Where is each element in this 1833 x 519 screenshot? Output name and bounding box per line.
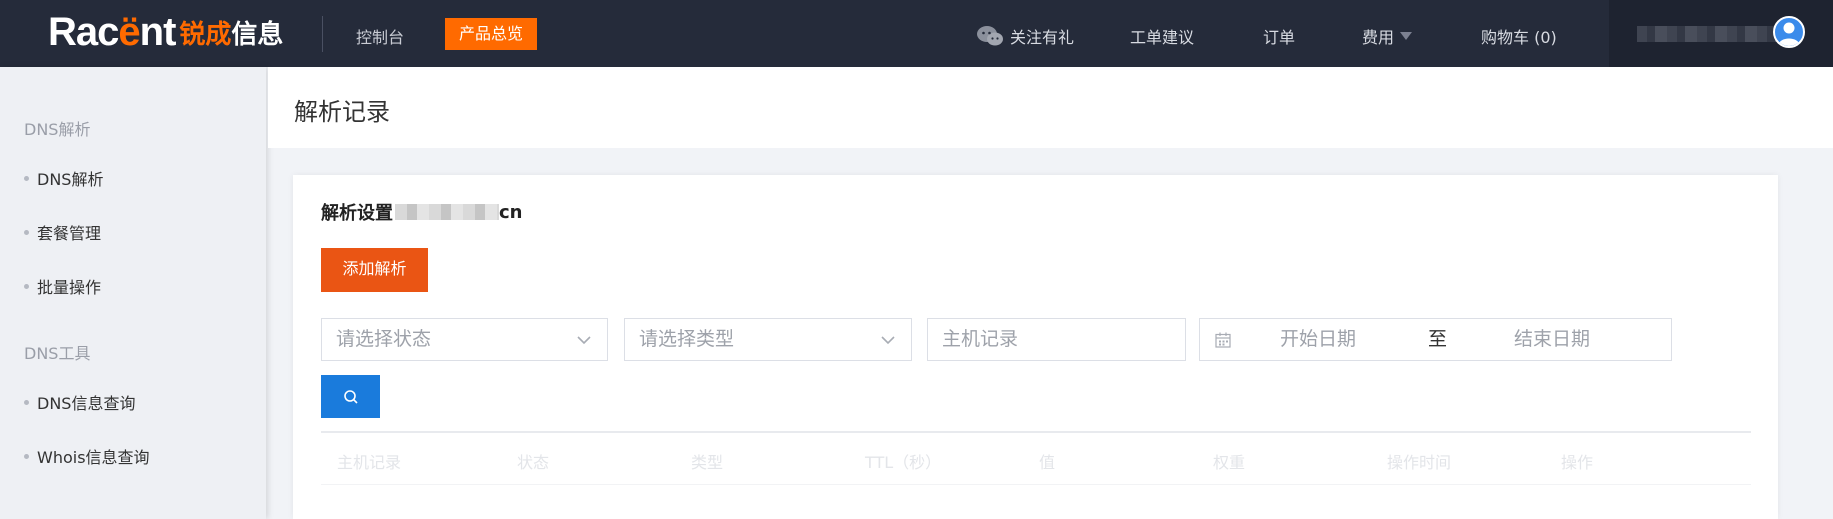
sidebar-item-plan-management[interactable]: 套餐管理	[24, 220, 101, 244]
username-redacted	[1637, 26, 1777, 42]
nav-orders-link[interactable]: 订单	[1263, 24, 1295, 48]
user-panel[interactable]	[1609, 0, 1833, 67]
nav-fees-dropdown[interactable]: 费用	[1362, 24, 1413, 48]
status-select-placeholder: 请选择状态	[336, 328, 432, 350]
records-card: 解析设置 cn 添加解析 请选择状态 请选择类型 主机记录 开始日期 至 结束日…	[293, 175, 1778, 519]
top-navbar: Racënt 锐成 信息 控制台 产品总览 关注有礼 工单建议 订单 费用 购物车…	[0, 0, 1833, 67]
host-record-input[interactable]: 主机记录	[927, 318, 1186, 361]
sidebar: DNS解析 DNS解析 套餐管理 批量操作 DNS工具 DNS信息查询 Whoi…	[0, 67, 266, 519]
card-title-prefix: 解析设置	[321, 203, 393, 224]
racent-logo[interactable]: Racënt 锐成 信息	[48, 10, 283, 54]
nav-products-button[interactable]: 产品总览	[445, 18, 537, 50]
sidebar-item-dns-resolve[interactable]: DNS解析	[24, 166, 103, 190]
date-range-separator: 至	[1428, 328, 1448, 350]
nav-follow-link[interactable]: 关注有礼	[976, 24, 1074, 48]
column-header-type: 类型	[691, 453, 724, 472]
caret-down-icon	[1400, 32, 1413, 40]
search-button[interactable]	[321, 375, 380, 418]
sidebar-group-dns: DNS解析	[24, 120, 91, 139]
sidebar-item-batch-operation[interactable]: 批量操作	[24, 274, 101, 298]
chevron-down-icon	[577, 336, 591, 345]
sidebar-item-dns-lookup[interactable]: DNS信息查询	[24, 390, 135, 414]
column-header-operation-time: 操作时间	[1387, 453, 1452, 472]
nav-fees-label: 费用	[1362, 28, 1395, 47]
column-header-weight: 权重	[1213, 453, 1246, 472]
logo-word-accent: ë	[118, 9, 140, 54]
logo-cn-main: 信息	[231, 19, 284, 50]
type-select[interactable]: 请选择类型	[624, 318, 912, 361]
search-icon	[343, 389, 358, 404]
logo-word-end: nt	[139, 9, 177, 54]
wechat-icon	[976, 25, 1004, 47]
domain-redacted	[395, 204, 499, 220]
chevron-down-icon	[881, 336, 895, 345]
nav-follow-label: 关注有礼	[1010, 28, 1075, 47]
column-header-value: 值	[1039, 453, 1056, 472]
nav-ticket-link[interactable]: 工单建议	[1130, 24, 1194, 48]
host-record-placeholder: 主机记录	[942, 328, 1019, 350]
sidebar-group-dns-tools: DNS工具	[24, 344, 91, 363]
add-record-button[interactable]: 添加解析	[321, 248, 428, 292]
column-header-status: 状态	[517, 453, 550, 472]
records-table-header: 主机记录 状态 类型 TTL（秒） 值 权重 操作时间 操作	[321, 433, 1751, 485]
logo-cn-accent: 锐成	[179, 19, 232, 50]
column-header-ttl: TTL（秒）	[865, 453, 942, 472]
navbar-divider	[322, 16, 323, 52]
date-end-input[interactable]: 结束日期	[1514, 319, 1590, 360]
logo-word-start: Rac	[48, 9, 119, 54]
type-select-placeholder: 请选择类型	[639, 328, 735, 350]
page-title: 解析记录	[294, 98, 390, 126]
status-select[interactable]: 请选择状态	[321, 318, 608, 361]
column-header-host: 主机记录	[337, 453, 402, 472]
date-range-picker[interactable]: 开始日期 至 结束日期	[1199, 318, 1672, 361]
domain-suffix: cn	[499, 201, 523, 223]
sidebar-item-whois-lookup[interactable]: Whois信息查询	[24, 444, 150, 468]
card-title: 解析设置 cn	[321, 199, 522, 225]
nav-console-link[interactable]: 控制台	[356, 24, 404, 48]
calendar-icon	[1215, 332, 1231, 348]
column-header-actions: 操作	[1561, 453, 1594, 472]
user-avatar-icon[interactable]	[1773, 16, 1805, 48]
nav-cart-link[interactable]: 购物车 (0)	[1481, 24, 1557, 48]
page-header: 解析记录	[268, 67, 1833, 148]
date-start-input[interactable]: 开始日期	[1280, 319, 1356, 360]
